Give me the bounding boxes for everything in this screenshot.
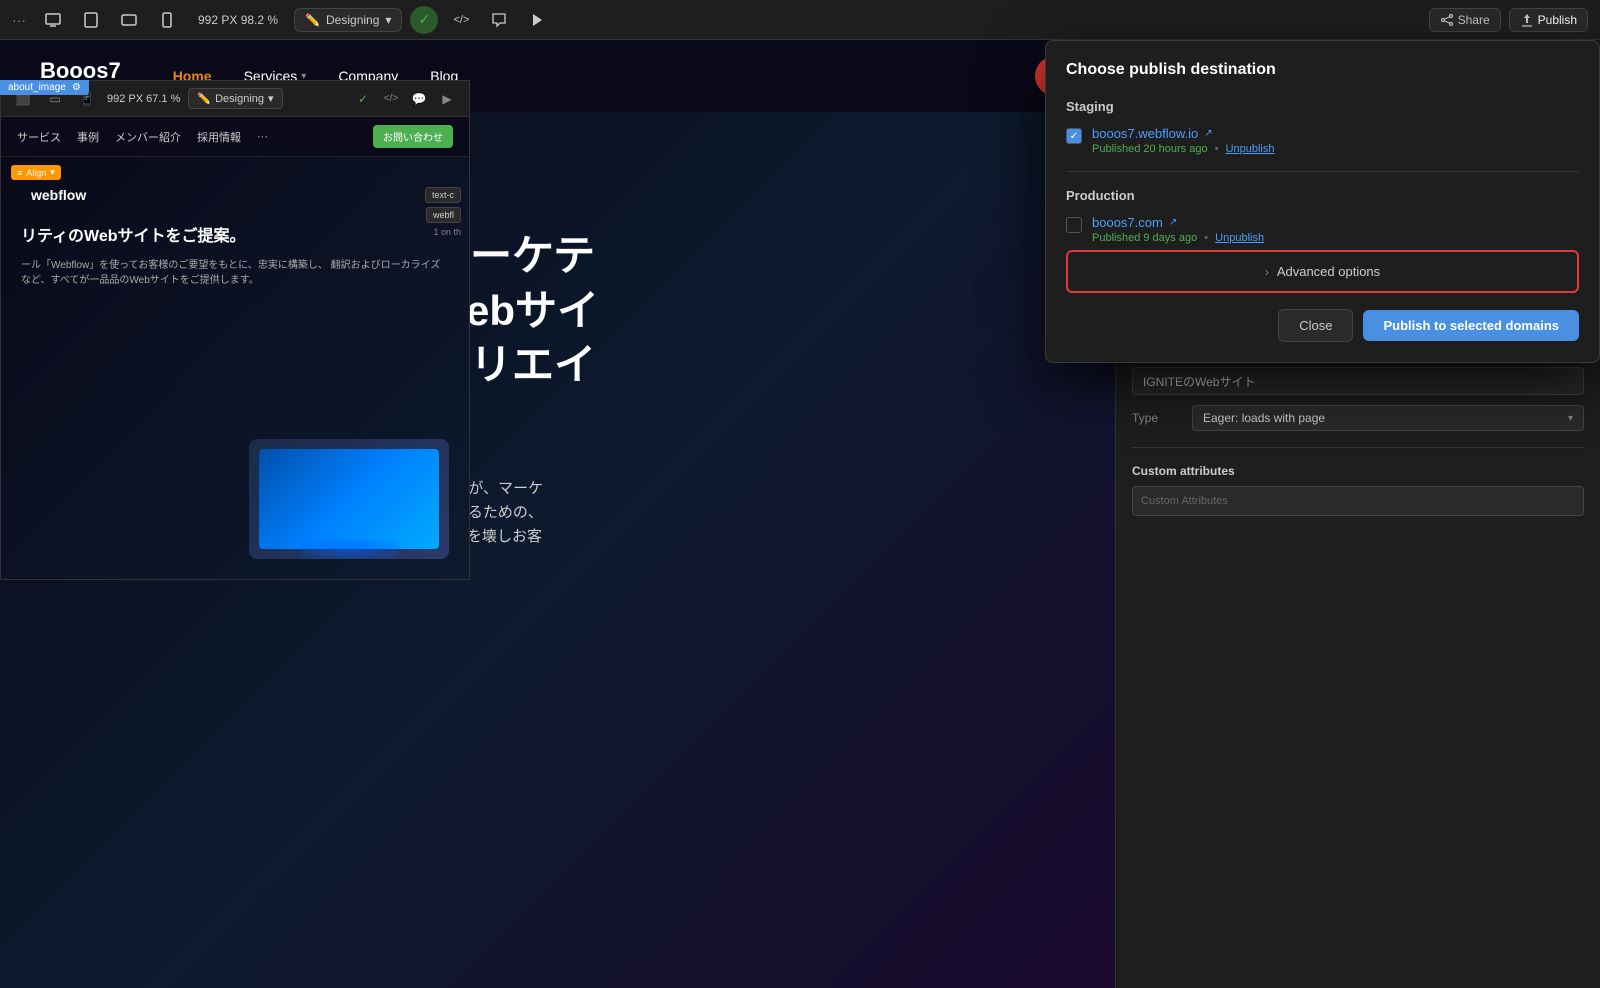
sp-laptop-screen [259,449,439,549]
sp-sub-text: ール「Webflow」を使ってお客様のご要望をもとに、忠実に構築し、 翻訳および… [21,258,449,288]
spn-more: ··· [257,131,268,143]
toolbar-desktop-icon[interactable] [38,5,68,35]
element-label: about_image ⚙ [0,80,89,95]
toolbar-designing-caret: ▾ [385,13,391,27]
toolbar-publish-label: Publish [1538,13,1577,27]
pd-staging-checkbox[interactable]: ✓ [1066,128,1082,144]
type-dropdown-arrow: ▾ [1568,413,1573,424]
pd-production-checkbox[interactable] [1066,217,1082,233]
type-label: Type [1132,411,1192,425]
sp-align-badge: ≡ Align ▾ [11,165,61,180]
pd-advanced-btn[interactable]: › Advanced options [1066,250,1579,293]
sp-count: 1 on th [433,227,461,237]
pd-staging-check: ✓ [1070,131,1078,142]
type-value: Eager: loads with page [1203,411,1325,425]
small-preview-nav: サービス 事例 メンバー紹介 採用情報 ··· お問い合わせ [1,117,469,157]
spn-cases: 事例 [77,129,99,145]
toolbar-right: Share Publish [1429,8,1588,32]
custom-attrs-placeholder[interactable]: Custom Attributes [1132,486,1584,516]
sp-right-icons: ✓ </> 💬 ▶ [351,87,459,111]
small-preview-panel: ⬛ ▭ 📱 992 PX 67.1 % ✏️ Designing ▾ ✓ </>… [0,80,470,580]
custom-attrs-section: Custom attributes Custom Attributes [1132,447,1584,516]
sp-code-icon[interactable]: </> [379,87,403,111]
pd-footer: Close Publish to selected domains [1066,309,1579,342]
toolbar-size-info: 992 PX 98.2 % [198,13,278,27]
small-preview-content: ≡ Align ▾ text-c webfl 1 on th webflow リ… [1,157,469,579]
pd-staging-status: Published 20 hours ago • Unpublish [1092,143,1579,155]
toolbar-dots: ··· [12,12,26,28]
pd-production-domain-info: booos7.com ↗ Published 9 days ago • Unpu… [1092,215,1579,244]
type-row: Type Eager: loads with page ▾ [1132,405,1584,431]
spn-cta[interactable]: お問い合わせ [373,125,453,148]
sp-hero-text: リティのWebサイトをご提案。 [21,227,449,248]
pd-production-domain-name: booos7.com ↗ [1092,215,1579,230]
type-dropdown[interactable]: Eager: loads with page ▾ [1192,405,1584,431]
toolbar-play-icon[interactable] [522,5,552,35]
pd-production-ext-icon: ↗ [1169,217,1177,228]
toolbar-landscape-icon[interactable] [114,5,144,35]
custom-attrs-title: Custom attributes [1132,464,1584,478]
pd-divider-1 [1066,171,1579,172]
pd-staging-domain-info: booos7.webflow.io ↗ Published 20 hours a… [1092,126,1579,155]
publish-dropdown: Choose publish destination Staging ✓ boo… [1045,40,1600,363]
toolbar-comment-icon[interactable] [484,5,514,35]
pd-title: Choose publish destination [1066,61,1579,79]
alt-text-input[interactable] [1132,367,1584,395]
sp-chat-icon[interactable]: 💬 [407,87,431,111]
toolbar-designing-label: Designing [326,13,379,27]
toolbar-mobile-icon[interactable] [152,5,182,35]
sp-webflow-label: webflow [31,187,86,203]
sp-text-class: text-c [425,187,461,203]
toolbar-share-label: Share [1458,13,1490,27]
spn-recruit: 採用情報 [197,129,241,145]
pd-production-label: Production [1066,188,1579,203]
pd-publish-domains-btn[interactable]: Publish to selected domains [1363,310,1579,341]
canvas-area: Booos7 ered by IGNITE Home Services ▾ Co… [0,40,1115,988]
sp-size-info: 992 PX 67.1 % [107,93,180,105]
toolbar-check-icon: ✓ [410,6,438,34]
sp-webfl-class: webfl [426,207,461,223]
top-toolbar: ··· 992 PX 98.2 % ✏️ Designing ▾ ✓ </> S… [0,0,1600,40]
pd-staging-row: ✓ booos7.webflow.io ↗ Published 20 hours… [1066,126,1579,155]
sp-laptop-glow [299,539,399,559]
toolbar-tablet-icon[interactable] [76,5,106,35]
pd-close-btn[interactable]: Close [1278,309,1353,342]
sp-check-icon[interactable]: ✓ [351,87,375,111]
toolbar-publish-btn[interactable]: Publish [1509,8,1588,32]
spn-members: メンバー紹介 [115,129,181,145]
sp-designing-btn[interactable]: ✏️ Designing ▾ [188,88,282,109]
toolbar-pencil-icon: ✏️ [305,13,320,27]
toolbar-designing-btn[interactable]: ✏️ Designing ▾ [294,8,402,32]
element-label-gear: ⚙ [72,82,81,93]
spn-services: サービス [17,129,61,145]
toolbar-share-btn[interactable]: Share [1429,8,1501,32]
pd-staging-ext-icon: ↗ [1204,128,1212,139]
pd-production-unpublish[interactable]: Unpublish [1215,232,1264,244]
sp-laptop-image [249,439,449,559]
toolbar-code-icon[interactable]: </> [446,5,476,35]
pd-advanced-arrow: › [1265,265,1269,279]
pd-production-status: Published 9 days ago • Unpublish [1092,232,1579,244]
pd-production-row: booos7.com ↗ Published 9 days ago • Unpu… [1066,215,1579,244]
pd-advanced-label: Advanced options [1277,264,1380,279]
pd-staging-domain-name: booos7.webflow.io ↗ [1092,126,1579,141]
pd-staging-unpublish[interactable]: Unpublish [1226,143,1275,155]
sp-play-icon[interactable]: ▶ [435,87,459,111]
element-label-text: about_image [8,82,66,93]
pd-staging-label: Staging [1066,99,1579,114]
